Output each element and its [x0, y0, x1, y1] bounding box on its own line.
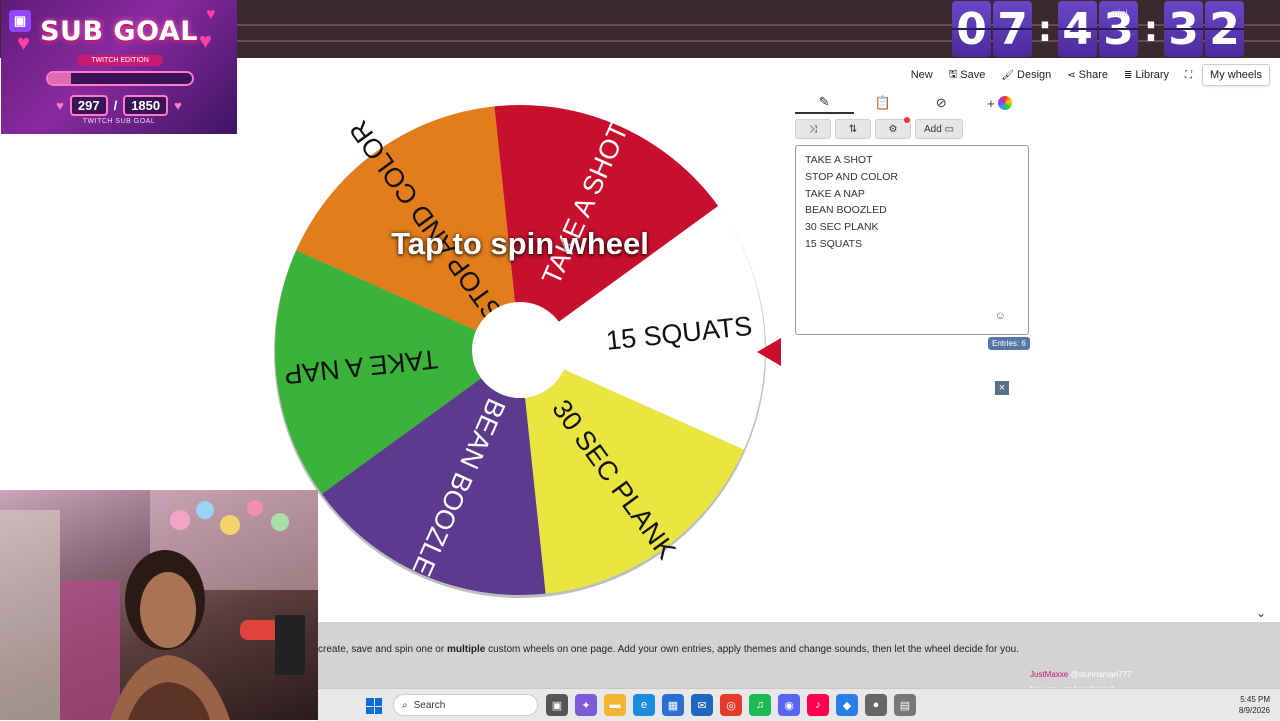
entry-line: 30 SEC PLANK [805, 221, 879, 234]
folder-icon[interactable]: ▬ [604, 694, 626, 716]
mail-icon[interactable]: ✉ [691, 694, 713, 716]
emoji-icon[interactable]: ☺ [995, 308, 1006, 325]
chat-line: JustMaxxe @stunnaman777 [1030, 670, 1132, 679]
chat-user: JustMaxxe [1030, 670, 1069, 679]
close-icon[interactable]: × [995, 381, 1009, 395]
tab-hidden[interactable]: ⊘ [912, 92, 971, 114]
add-label: Add [923, 123, 942, 135]
shuffle-icon: ⤨ [809, 123, 817, 135]
entries-list: TAKE A SHOT STOP AND COLOR TAKE A NAP BEAN … [805, 152, 1019, 253]
obs-icon[interactable]: ● [865, 694, 887, 716]
sort-button[interactable]: ⇅ [835, 119, 871, 139]
color-wheel-icon [998, 96, 1013, 110]
task-view-icon[interactable]: ▣ [546, 694, 568, 716]
chat-mention: @stunnaman777 [1070, 670, 1132, 679]
panel-buttons: ⤨ ⇅ ⚙ Add ▭ [795, 117, 963, 139]
taskbar-clock[interactable]: 5:45 PM 8/9/2026 [1239, 694, 1270, 716]
info-text-part: create, save and spin one or [318, 644, 447, 655]
sort-icon: ⇅ [848, 123, 858, 135]
chevron-down-icon[interactable]: ⌄ [1256, 606, 1266, 620]
image-icon: ▭ [944, 123, 955, 135]
entry-line: TAKE A NAP [805, 187, 865, 200]
notification-dot [904, 117, 910, 123]
info-text-bold: multiple [446, 644, 486, 655]
settings-button[interactable]: ⚙ [875, 117, 911, 139]
spotify-icon[interactable]: ♫ [749, 694, 771, 716]
hidden-icon: ⊘ [935, 95, 947, 110]
entry-line: BEAN BOOZLED [805, 204, 887, 217]
panel-tabs: ✎ 📋 ⊘ + [795, 92, 1029, 114]
add-image-button[interactable]: Add ▭ [915, 119, 963, 139]
plus-icon: + [987, 95, 995, 111]
clock-date: 8/9/2026 [1238, 706, 1270, 715]
clock-time: 5:45 PM [1240, 695, 1270, 704]
discord-icon[interactable]: ◉ [778, 694, 800, 716]
tab-clipboard[interactable]: 📋 [854, 92, 913, 114]
chrome-icon[interactable]: ◎ [720, 694, 742, 716]
webcam-feed [0, 490, 318, 720]
shuffle-button[interactable]: ⤨ [795, 119, 831, 139]
windows-taskbar: ⌕ Search ▣ ✦ ▬ e ▦ ✉ ◎ ♫ ◉ ♪ ◆ ● ▤ 5:45 … [318, 688, 1280, 721]
edit-icon: ✎ [818, 94, 830, 109]
app-icon[interactable]: ▤ [894, 694, 916, 716]
info-bar: create, save and spin one or multiple cu… [318, 622, 1280, 694]
gear-icon: ⚙ [888, 123, 898, 135]
taskbar-search[interactable]: ⌕ Search [393, 694, 538, 716]
entries-textarea[interactable]: TAKE A SHOT STOP AND COLOR TAKE A NAP BEAN … [795, 145, 1029, 335]
copilot-icon[interactable]: ✦ [575, 694, 597, 716]
edge-icon[interactable]: e [633, 694, 655, 716]
app-icon[interactable]: ◆ [836, 694, 858, 716]
tab-edit[interactable]: ✎ [795, 92, 854, 114]
search-label: Search [413, 699, 446, 711]
clipboard-icon: 📋 [874, 95, 891, 110]
windows-start-icon[interactable] [366, 698, 382, 714]
entry-line: 15 SQUATS [805, 237, 862, 250]
webcam-image [0, 490, 318, 720]
info-text: create, save and spin one or multiple cu… [318, 644, 1019, 655]
wheel-center[interactable] [472, 302, 568, 398]
entry-line: TAKE A SHOT [805, 154, 873, 166]
entries-count-badge: Entries: 6 [988, 337, 1030, 350]
info-text-part: custom wheels on one page. Add your own … [485, 644, 1020, 655]
entry-line: STOP AND COLOR [805, 170, 898, 183]
tab-color-theme[interactable]: + [971, 92, 1030, 114]
tiktok-icon[interactable]: ♪ [807, 694, 829, 716]
taskbar-apps: ▣ ✦ ▬ e ▦ ✉ ◎ ♫ ◉ ♪ ◆ ● ▤ [546, 694, 916, 716]
search-icon: ⌕ [402, 699, 408, 711]
store-icon[interactable]: ▦ [662, 694, 684, 716]
